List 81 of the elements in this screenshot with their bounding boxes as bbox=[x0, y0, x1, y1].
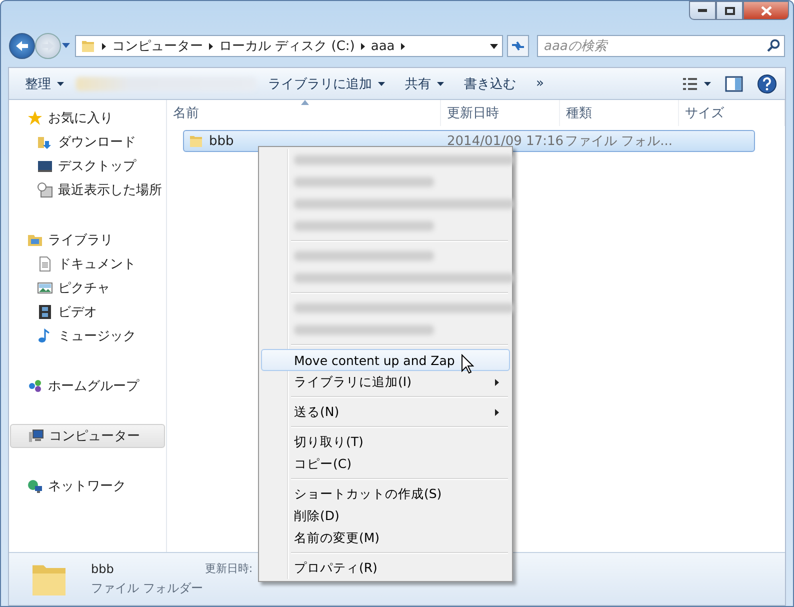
breadcrumb[interactable]: aaa bbox=[370, 38, 395, 54]
history-caret-icon[interactable] bbox=[61, 43, 71, 49]
sidebar-item[interactable]: ピクチャ bbox=[9, 276, 166, 300]
clock-window-icon bbox=[37, 182, 53, 198]
maximize-icon bbox=[724, 6, 734, 14]
sidebar-item[interactable]: デスクトップ bbox=[9, 154, 166, 178]
right-arrow-icon bbox=[41, 40, 55, 52]
details-type: ファイル フォルダー bbox=[91, 580, 203, 596]
preview-pane-icon[interactable] bbox=[725, 76, 743, 92]
toolbar-button[interactable]: » bbox=[528, 73, 552, 94]
breadcrumb[interactable]: コンピューター bbox=[112, 37, 203, 55]
sidebar-item[interactable]: ライブラリ bbox=[9, 228, 166, 252]
chevron-icon[interactable] bbox=[102, 42, 106, 50]
image-icon bbox=[37, 280, 53, 296]
file-type: ファイル フォル... bbox=[565, 133, 673, 150]
sidebar-item[interactable]: 最近表示した場所 bbox=[9, 178, 166, 202]
menu-item[interactable]: プロパティ(R) bbox=[261, 557, 510, 579]
modified-date: 2014/01/09 17:16 bbox=[447, 134, 564, 148]
left-arrow-icon bbox=[15, 40, 29, 52]
refresh-button[interactable] bbox=[507, 35, 529, 57]
toolbar-menu-button[interactable]: ライブラリに追加 bbox=[260, 72, 393, 96]
caret-icon bbox=[57, 82, 64, 86]
menu-item[interactable]: コピー(C) bbox=[261, 453, 510, 475]
sidebar-item[interactable]: コンピューター bbox=[10, 424, 165, 448]
homegroup-icon bbox=[27, 378, 43, 394]
help-icon[interactable] bbox=[757, 74, 777, 94]
dropdown-caret-icon[interactable] bbox=[490, 44, 498, 48]
sort-arrow-icon bbox=[301, 100, 309, 105]
chevron-icon[interactable] bbox=[209, 42, 213, 50]
sidebar-item[interactable]: ダウンロード bbox=[9, 130, 166, 154]
monitor-icon bbox=[37, 158, 53, 174]
film-icon bbox=[37, 304, 53, 320]
sidebar-item[interactable]: ドキュメント bbox=[9, 252, 166, 276]
chevron-icon[interactable] bbox=[360, 42, 365, 50]
menu-item[interactable]: Move content up and Zap bbox=[261, 349, 510, 371]
library-folder-icon bbox=[27, 232, 43, 248]
list-view-icon bbox=[682, 76, 698, 90]
document-icon bbox=[37, 256, 53, 272]
close-button[interactable] bbox=[743, 1, 789, 20]
star-icon bbox=[27, 110, 43, 126]
toolbar-menu-button[interactable]: 共有 bbox=[397, 72, 452, 96]
column-header[interactable]: 種類 bbox=[560, 100, 679, 126]
caret-icon bbox=[704, 82, 711, 86]
minimize-icon bbox=[698, 9, 707, 12]
folder-icon bbox=[80, 38, 96, 54]
maximize-button[interactable] bbox=[716, 1, 743, 20]
menu-item[interactable]: 削除(D) bbox=[261, 505, 510, 527]
toolbar-button[interactable]: 書き込む bbox=[456, 72, 524, 96]
mouse-pointer-icon bbox=[461, 354, 474, 374]
close-icon bbox=[760, 6, 772, 16]
toolbar-menu-button[interactable]: 整理 bbox=[17, 72, 72, 96]
view-button[interactable] bbox=[682, 76, 711, 90]
address-bar[interactable]: コンピューター ローカル ディスク (C:) aaa bbox=[75, 35, 503, 57]
minimize-button[interactable] bbox=[689, 1, 716, 20]
computer-icon bbox=[28, 428, 44, 444]
refresh-arrows-icon bbox=[511, 40, 525, 52]
sidebar-item[interactable]: ネットワーク bbox=[9, 474, 166, 498]
menu-item[interactable]: 送る(N) bbox=[261, 401, 510, 423]
sidebar-item[interactable]: ビデオ bbox=[9, 300, 166, 324]
file-name: bbb bbox=[209, 134, 234, 148]
folder-icon bbox=[188, 133, 204, 149]
menu-item[interactable]: 切り取り(T) bbox=[261, 431, 510, 453]
details-name: bbb bbox=[91, 562, 115, 576]
column-header[interactable]: サイズ bbox=[679, 100, 785, 126]
details-label: 更新日時: bbox=[204, 561, 253, 576]
folder-arrow-icon bbox=[37, 134, 53, 150]
caret-icon bbox=[437, 82, 444, 86]
column-header[interactable]: 更新日時 bbox=[441, 100, 560, 126]
breadcrumb[interactable]: ローカル ディスク (C:) bbox=[219, 37, 355, 55]
chevron-icon[interactable] bbox=[400, 42, 405, 50]
menu-item[interactable]: ライブラリに追加(I) bbox=[261, 371, 510, 393]
search-field[interactable]: aaaの検索 bbox=[537, 35, 785, 57]
menu-item[interactable]: 名前の変更(M) bbox=[261, 527, 510, 549]
search-icon[interactable] bbox=[767, 39, 780, 52]
back-button[interactable] bbox=[9, 33, 35, 59]
network-globe-icon bbox=[27, 478, 43, 494]
sidebar-item[interactable]: ミュージック bbox=[9, 324, 166, 348]
sidebar-item[interactable]: ホームグループ bbox=[9, 374, 166, 398]
caret-icon bbox=[378, 82, 385, 86]
sidebar-item[interactable]: お気に入り bbox=[9, 106, 166, 130]
menu-item[interactable]: ショートカットの作成(S) bbox=[261, 483, 510, 505]
